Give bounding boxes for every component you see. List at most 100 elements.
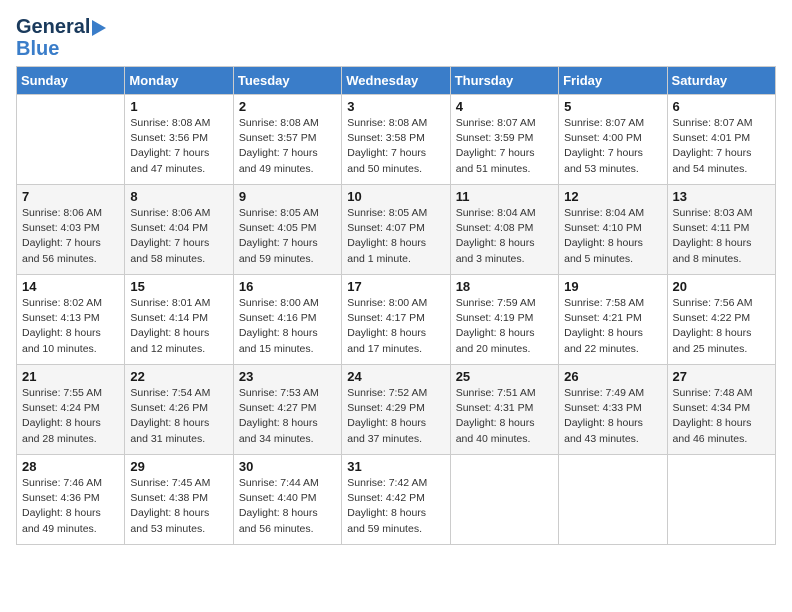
sunrise-text: Sunrise: 7:56 AM xyxy=(673,297,753,309)
day-info: Sunrise: 8:04 AM Sunset: 4:08 PM Dayligh… xyxy=(456,206,553,267)
sunset-text: Sunset: 4:40 PM xyxy=(239,492,317,504)
day-number: 24 xyxy=(347,369,444,384)
sunset-text: Sunset: 4:10 PM xyxy=(564,222,642,234)
sunrise-text: Sunrise: 7:44 AM xyxy=(239,477,319,489)
daylight-text: Daylight: 8 hours and 12 minutes. xyxy=(130,327,209,354)
day-number: 4 xyxy=(456,99,553,114)
day-number: 23 xyxy=(239,369,336,384)
sunrise-text: Sunrise: 8:03 AM xyxy=(673,207,753,219)
day-number: 8 xyxy=(130,189,227,204)
sunrise-text: Sunrise: 8:06 AM xyxy=(130,207,210,219)
sunset-text: Sunset: 4:04 PM xyxy=(130,222,208,234)
sunrise-text: Sunrise: 7:53 AM xyxy=(239,387,319,399)
calendar-header-row: SundayMondayTuesdayWednesdayThursdayFrid… xyxy=(17,67,776,95)
calendar-cell: 1 Sunrise: 8:08 AM Sunset: 3:56 PM Dayli… xyxy=(125,95,233,185)
day-info: Sunrise: 7:46 AM Sunset: 4:36 PM Dayligh… xyxy=(22,476,119,537)
day-number: 28 xyxy=(22,459,119,474)
day-info: Sunrise: 8:00 AM Sunset: 4:17 PM Dayligh… xyxy=(347,296,444,357)
sunrise-text: Sunrise: 8:07 AM xyxy=(456,117,536,129)
day-number: 15 xyxy=(130,279,227,294)
daylight-text: Daylight: 8 hours and 46 minutes. xyxy=(673,417,752,444)
daylight-text: Daylight: 8 hours and 31 minutes. xyxy=(130,417,209,444)
sunset-text: Sunset: 4:19 PM xyxy=(456,312,534,324)
day-number: 22 xyxy=(130,369,227,384)
sunrise-text: Sunrise: 8:01 AM xyxy=(130,297,210,309)
day-number: 18 xyxy=(456,279,553,294)
day-info: Sunrise: 7:48 AM Sunset: 4:34 PM Dayligh… xyxy=(673,386,770,447)
calendar-cell: 18 Sunrise: 7:59 AM Sunset: 4:19 PM Dayl… xyxy=(450,275,558,365)
sunrise-text: Sunrise: 7:51 AM xyxy=(456,387,536,399)
calendar-cell: 27 Sunrise: 7:48 AM Sunset: 4:34 PM Dayl… xyxy=(667,365,775,455)
sunset-text: Sunset: 4:00 PM xyxy=(564,132,642,144)
calendar-table: SundayMondayTuesdayWednesdayThursdayFrid… xyxy=(16,66,776,545)
sunrise-text: Sunrise: 8:04 AM xyxy=(456,207,536,219)
calendar-week-1: 1 Sunrise: 8:08 AM Sunset: 3:56 PM Dayli… xyxy=(17,95,776,185)
daylight-text: Daylight: 8 hours and 40 minutes. xyxy=(456,417,535,444)
day-info: Sunrise: 7:54 AM Sunset: 4:26 PM Dayligh… xyxy=(130,386,227,447)
daylight-text: Daylight: 8 hours and 53 minutes. xyxy=(130,507,209,534)
sunset-text: Sunset: 4:29 PM xyxy=(347,402,425,414)
sunset-text: Sunset: 4:07 PM xyxy=(347,222,425,234)
calendar-cell: 23 Sunrise: 7:53 AM Sunset: 4:27 PM Dayl… xyxy=(233,365,341,455)
calendar-cell xyxy=(450,455,558,545)
calendar-cell: 20 Sunrise: 7:56 AM Sunset: 4:22 PM Dayl… xyxy=(667,275,775,365)
day-info: Sunrise: 7:58 AM Sunset: 4:21 PM Dayligh… xyxy=(564,296,661,357)
day-info: Sunrise: 7:51 AM Sunset: 4:31 PM Dayligh… xyxy=(456,386,553,447)
day-info: Sunrise: 8:00 AM Sunset: 4:16 PM Dayligh… xyxy=(239,296,336,357)
day-info: Sunrise: 8:07 AM Sunset: 4:01 PM Dayligh… xyxy=(673,116,770,177)
header-sunday: Sunday xyxy=(17,67,125,95)
day-info: Sunrise: 8:06 AM Sunset: 4:04 PM Dayligh… xyxy=(130,206,227,267)
sunrise-text: Sunrise: 8:08 AM xyxy=(347,117,427,129)
calendar-cell: 12 Sunrise: 8:04 AM Sunset: 4:10 PM Dayl… xyxy=(559,185,667,275)
sunrise-text: Sunrise: 7:55 AM xyxy=(22,387,102,399)
day-info: Sunrise: 8:02 AM Sunset: 4:13 PM Dayligh… xyxy=(22,296,119,357)
day-info: Sunrise: 7:44 AM Sunset: 4:40 PM Dayligh… xyxy=(239,476,336,537)
day-number: 10 xyxy=(347,189,444,204)
day-number: 1 xyxy=(130,99,227,114)
calendar-cell: 31 Sunrise: 7:42 AM Sunset: 4:42 PM Dayl… xyxy=(342,455,450,545)
sunrise-text: Sunrise: 8:07 AM xyxy=(673,117,753,129)
logo: General Blue xyxy=(16,16,106,60)
day-info: Sunrise: 7:42 AM Sunset: 4:42 PM Dayligh… xyxy=(347,476,444,537)
sunrise-text: Sunrise: 8:05 AM xyxy=(347,207,427,219)
calendar-cell: 24 Sunrise: 7:52 AM Sunset: 4:29 PM Dayl… xyxy=(342,365,450,455)
day-number: 17 xyxy=(347,279,444,294)
header-wednesday: Wednesday xyxy=(342,67,450,95)
sunset-text: Sunset: 4:14 PM xyxy=(130,312,208,324)
calendar-cell: 10 Sunrise: 8:05 AM Sunset: 4:07 PM Dayl… xyxy=(342,185,450,275)
day-number: 13 xyxy=(673,189,770,204)
calendar-cell: 14 Sunrise: 8:02 AM Sunset: 4:13 PM Dayl… xyxy=(17,275,125,365)
day-number: 25 xyxy=(456,369,553,384)
calendar-cell: 16 Sunrise: 8:00 AM Sunset: 4:16 PM Dayl… xyxy=(233,275,341,365)
day-number: 27 xyxy=(673,369,770,384)
daylight-text: Daylight: 8 hours and 59 minutes. xyxy=(347,507,426,534)
sunset-text: Sunset: 3:59 PM xyxy=(456,132,534,144)
day-info: Sunrise: 8:07 AM Sunset: 4:00 PM Dayligh… xyxy=(564,116,661,177)
page-header: General Blue xyxy=(16,16,776,60)
day-info: Sunrise: 8:03 AM Sunset: 4:11 PM Dayligh… xyxy=(673,206,770,267)
sunrise-text: Sunrise: 8:05 AM xyxy=(239,207,319,219)
calendar-cell: 22 Sunrise: 7:54 AM Sunset: 4:26 PM Dayl… xyxy=(125,365,233,455)
sunrise-text: Sunrise: 7:59 AM xyxy=(456,297,536,309)
daylight-text: Daylight: 8 hours and 5 minutes. xyxy=(564,237,643,264)
calendar-cell: 13 Sunrise: 8:03 AM Sunset: 4:11 PM Dayl… xyxy=(667,185,775,275)
day-info: Sunrise: 8:08 AM Sunset: 3:56 PM Dayligh… xyxy=(130,116,227,177)
day-number: 2 xyxy=(239,99,336,114)
sunset-text: Sunset: 4:24 PM xyxy=(22,402,100,414)
daylight-text: Daylight: 8 hours and 34 minutes. xyxy=(239,417,318,444)
day-number: 14 xyxy=(22,279,119,294)
sunrise-text: Sunrise: 7:48 AM xyxy=(673,387,753,399)
header-tuesday: Tuesday xyxy=(233,67,341,95)
day-number: 20 xyxy=(673,279,770,294)
sunset-text: Sunset: 4:17 PM xyxy=(347,312,425,324)
sunset-text: Sunset: 4:16 PM xyxy=(239,312,317,324)
day-number: 5 xyxy=(564,99,661,114)
sunset-text: Sunset: 3:58 PM xyxy=(347,132,425,144)
sunset-text: Sunset: 4:27 PM xyxy=(239,402,317,414)
calendar-week-5: 28 Sunrise: 7:46 AM Sunset: 4:36 PM Dayl… xyxy=(17,455,776,545)
sunset-text: Sunset: 4:05 PM xyxy=(239,222,317,234)
daylight-text: Daylight: 7 hours and 50 minutes. xyxy=(347,147,426,174)
calendar-cell: 28 Sunrise: 7:46 AM Sunset: 4:36 PM Dayl… xyxy=(17,455,125,545)
day-number: 12 xyxy=(564,189,661,204)
sunrise-text: Sunrise: 8:06 AM xyxy=(22,207,102,219)
